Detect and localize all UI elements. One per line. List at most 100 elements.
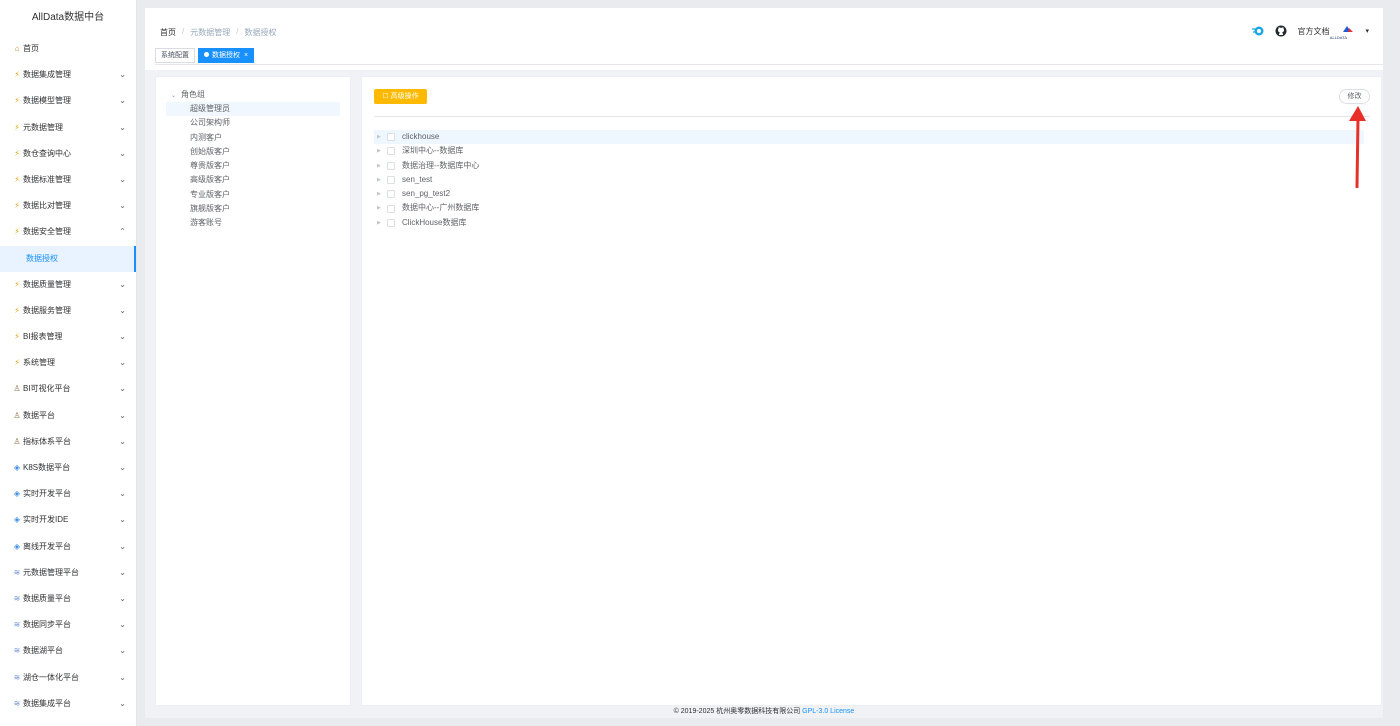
main-area: 首页 / 元数据管理 / 数据授权 官方文档 ALLDATA ▾ 系统配置 数据… xyxy=(145,8,1383,718)
checkbox[interactable] xyxy=(387,147,395,156)
sidebar-item[interactable]: ⚡ 数据集成管理 ⌄ xyxy=(0,62,136,88)
caret-right-icon[interactable]: ▶ xyxy=(377,187,387,201)
screenfull-icon[interactable] xyxy=(1251,25,1265,37)
github-icon[interactable] xyxy=(1275,25,1287,37)
sidebar-item[interactable]: ⌂ 首页 xyxy=(0,36,136,62)
sidebar-item[interactable]: ⚡ BI报表管理 ⌄ xyxy=(0,324,136,350)
lightning-icon: ⚡ xyxy=(14,70,20,80)
sidebar-item[interactable]: ⚡ 数据服务管理 ⌄ xyxy=(0,298,136,324)
tree-node-label: sen_test xyxy=(402,174,433,184)
tag-system-config[interactable]: 系统配置 xyxy=(155,48,195,63)
sidebar-item[interactable]: ◈ 实时开发平台 ⌄ xyxy=(0,481,136,507)
chevron-down-icon: ⌄ xyxy=(119,201,126,211)
sidebar-item[interactable]: ⚡ 元数据管理 ⌄ xyxy=(0,115,136,141)
sidebar-item[interactable]: ♙ 数据平台 ⌄ xyxy=(0,403,136,429)
sidebar-item[interactable]: ≋ 元数据管理平台 ⌄ xyxy=(0,560,136,586)
sidebar-item[interactable]: ◈ 实时开发IDE ⌄ xyxy=(0,507,136,533)
database-tree: ▶ clickhouse ▶ 深圳中心--数据库 ▶ 数据治理--数据库中心 ▶ sen_te… xyxy=(374,130,1364,230)
role-item[interactable]: 高级版客户 xyxy=(166,173,340,187)
sidebar-item[interactable]: ♙ BI可视化平台 ⌄ xyxy=(0,376,136,402)
caret-down-icon[interactable]: ⌄ xyxy=(171,93,176,99)
sidebar-item[interactable]: ≋ 数据湖平台 ⌄ xyxy=(0,638,136,664)
layers-icon: ≋ xyxy=(13,646,21,656)
role-item[interactable]: 超级管理员 xyxy=(166,102,340,117)
checkbox[interactable] xyxy=(387,176,395,185)
tree-node[interactable]: ▶ 数据治理--数据库中心 xyxy=(374,159,1364,173)
tree-node[interactable]: ▶ clickhouse xyxy=(374,130,1364,145)
caret-right-icon[interactable]: ▶ xyxy=(377,130,387,144)
sidebar-item[interactable]: ⚡ 数据安全管理 ⌃ xyxy=(0,219,136,245)
sidebar-item-label: 数据集成平台 xyxy=(23,698,71,708)
sidebar-item[interactable]: ◈ 离线开发平台 ⌄ xyxy=(0,534,136,560)
role-item[interactable]: 尊贵版客户 xyxy=(166,159,340,173)
tree-root[interactable]: ⌄ 角色组 xyxy=(171,89,205,100)
sidebar-item[interactable]: ≋ 湖仓一体化平台 ⌄ xyxy=(0,665,136,691)
close-icon[interactable]: × xyxy=(244,52,248,59)
checkbox[interactable] xyxy=(387,218,395,227)
layers-icon: ≋ xyxy=(13,620,21,630)
sidebar-item[interactable]: ⚡ 系统管理 ⌄ xyxy=(0,350,136,376)
tree-node[interactable]: ▶ ClickHouse数据库 xyxy=(374,216,1364,230)
layers-icon: ≋ xyxy=(13,672,21,682)
tree-node[interactable]: ▶ sen_test xyxy=(374,173,1364,187)
breadcrumb-metadata: 元数据管理 xyxy=(190,28,231,37)
chevron-down-icon: ⌄ xyxy=(119,148,126,158)
sidebar-item[interactable]: ≋ 数据集成平台 ⌄ xyxy=(0,691,136,717)
checkbox[interactable] xyxy=(387,190,395,199)
chevron-down-icon: ⌄ xyxy=(119,70,126,80)
sidebar-item-label: 数据授权 xyxy=(26,253,58,263)
sidebar-item-label: 数据质量平台 xyxy=(23,593,71,603)
checkbox[interactable] xyxy=(387,204,395,213)
sidebar-item-label: BI报表管理 xyxy=(23,332,63,342)
sidebar-item[interactable]: ≋ 数据质量平台 ⌄ xyxy=(0,586,136,612)
caret-down-icon[interactable]: ▾ xyxy=(1365,27,1369,35)
advanced-button-label: 高级操作 xyxy=(390,93,419,100)
tree-node[interactable]: ▶ sen_pg_test2 xyxy=(374,187,1364,201)
role-item[interactable]: 公司架构师 xyxy=(166,116,340,130)
role-item[interactable]: 游客账号 xyxy=(166,216,340,230)
lightning-icon: ⚡ xyxy=(14,358,20,368)
role-item[interactable]: 内测客户 xyxy=(166,131,340,145)
sidebar-item-label: 数据标准管理 xyxy=(23,174,71,184)
sidebar-item[interactable]: ⚡ 数据质量管理 ⌄ xyxy=(0,272,136,298)
tree-node[interactable]: ▶ 深圳中心--数据库 xyxy=(374,144,1364,158)
breadcrumb-home[interactable]: 首页 xyxy=(160,27,176,38)
person-icon: ♙ xyxy=(13,436,21,446)
checkbox[interactable] xyxy=(387,133,395,142)
lightning-icon: ⚡ xyxy=(14,332,20,342)
tags-divider xyxy=(155,64,1383,65)
docs-link[interactable]: 官方文档 xyxy=(1297,26,1329,37)
license-link[interactable]: GPL-3.0 License xyxy=(802,708,854,715)
edit-button[interactable]: 修改 xyxy=(1339,89,1370,104)
sidebar-item[interactable]: ♙ 指标体系平台 ⌄ xyxy=(0,429,136,455)
sidebar-item[interactable]: ⚡ 数据模型管理 ⌄ xyxy=(0,88,136,114)
checkbox[interactable] xyxy=(387,161,395,170)
tree-node-label: ClickHouse数据库 xyxy=(402,217,467,227)
sidebar-item[interactable]: ⚡ 数据标准管理 ⌄ xyxy=(0,167,136,193)
sidebar-item-label: 湖仓一体化平台 xyxy=(23,672,79,682)
sidebar-item[interactable]: ≋ 数据同步平台 ⌄ xyxy=(0,612,136,638)
caret-right-icon[interactable]: ▶ xyxy=(377,144,387,158)
caret-right-icon[interactable]: ▶ xyxy=(377,216,387,230)
sidebar-item-label: K8S数据平台 xyxy=(23,463,71,472)
chevron-down-icon: ⌄ xyxy=(119,698,126,708)
sidebar-item[interactable]: 数据授权 xyxy=(0,245,136,272)
chevron-down-icon: ⌄ xyxy=(119,332,126,342)
caret-right-icon[interactable]: ▶ xyxy=(377,173,387,187)
tree-node-label: 数据治理--数据库中心 xyxy=(402,160,480,170)
role-item[interactable]: 创始版客户 xyxy=(166,145,340,159)
tag-data-auth[interactable]: 数据授权 × xyxy=(198,48,255,63)
advanced-button[interactable]: ☐ 高级操作 xyxy=(374,89,427,104)
sidebar: AllData数据中台 ⌂ 首页 ⚡ 数据集成管理 ⌄ ⚡ 数据模型管理 ⌄ ⚡ 元数据管理 ⌄ ⚡ 数… xyxy=(0,0,137,726)
copyright-text: © 2019-2025 杭州奥零数据科技有限公司 xyxy=(673,708,801,715)
sidebar-item[interactable]: ◈ K8S数据平台 ⌄ xyxy=(0,455,136,481)
chevron-down-icon: ⌄ xyxy=(119,122,126,132)
sidebar-item[interactable]: ⚡ 数据比对管理 ⌄ xyxy=(0,193,136,219)
tree-node[interactable]: ▶ 数据中心--广州数据库 xyxy=(374,201,1364,215)
role-item[interactable]: 旗舰版客户 xyxy=(166,202,340,216)
caret-right-icon[interactable]: ▶ xyxy=(377,201,387,215)
role-item[interactable]: 专业版客户 xyxy=(166,188,340,202)
sidebar-item[interactable]: ⚡ 数仓查询中心 ⌄ xyxy=(0,141,136,167)
caret-right-icon[interactable]: ▶ xyxy=(377,159,387,173)
avatar[interactable]: ALLDATA ▾ xyxy=(1330,25,1369,40)
